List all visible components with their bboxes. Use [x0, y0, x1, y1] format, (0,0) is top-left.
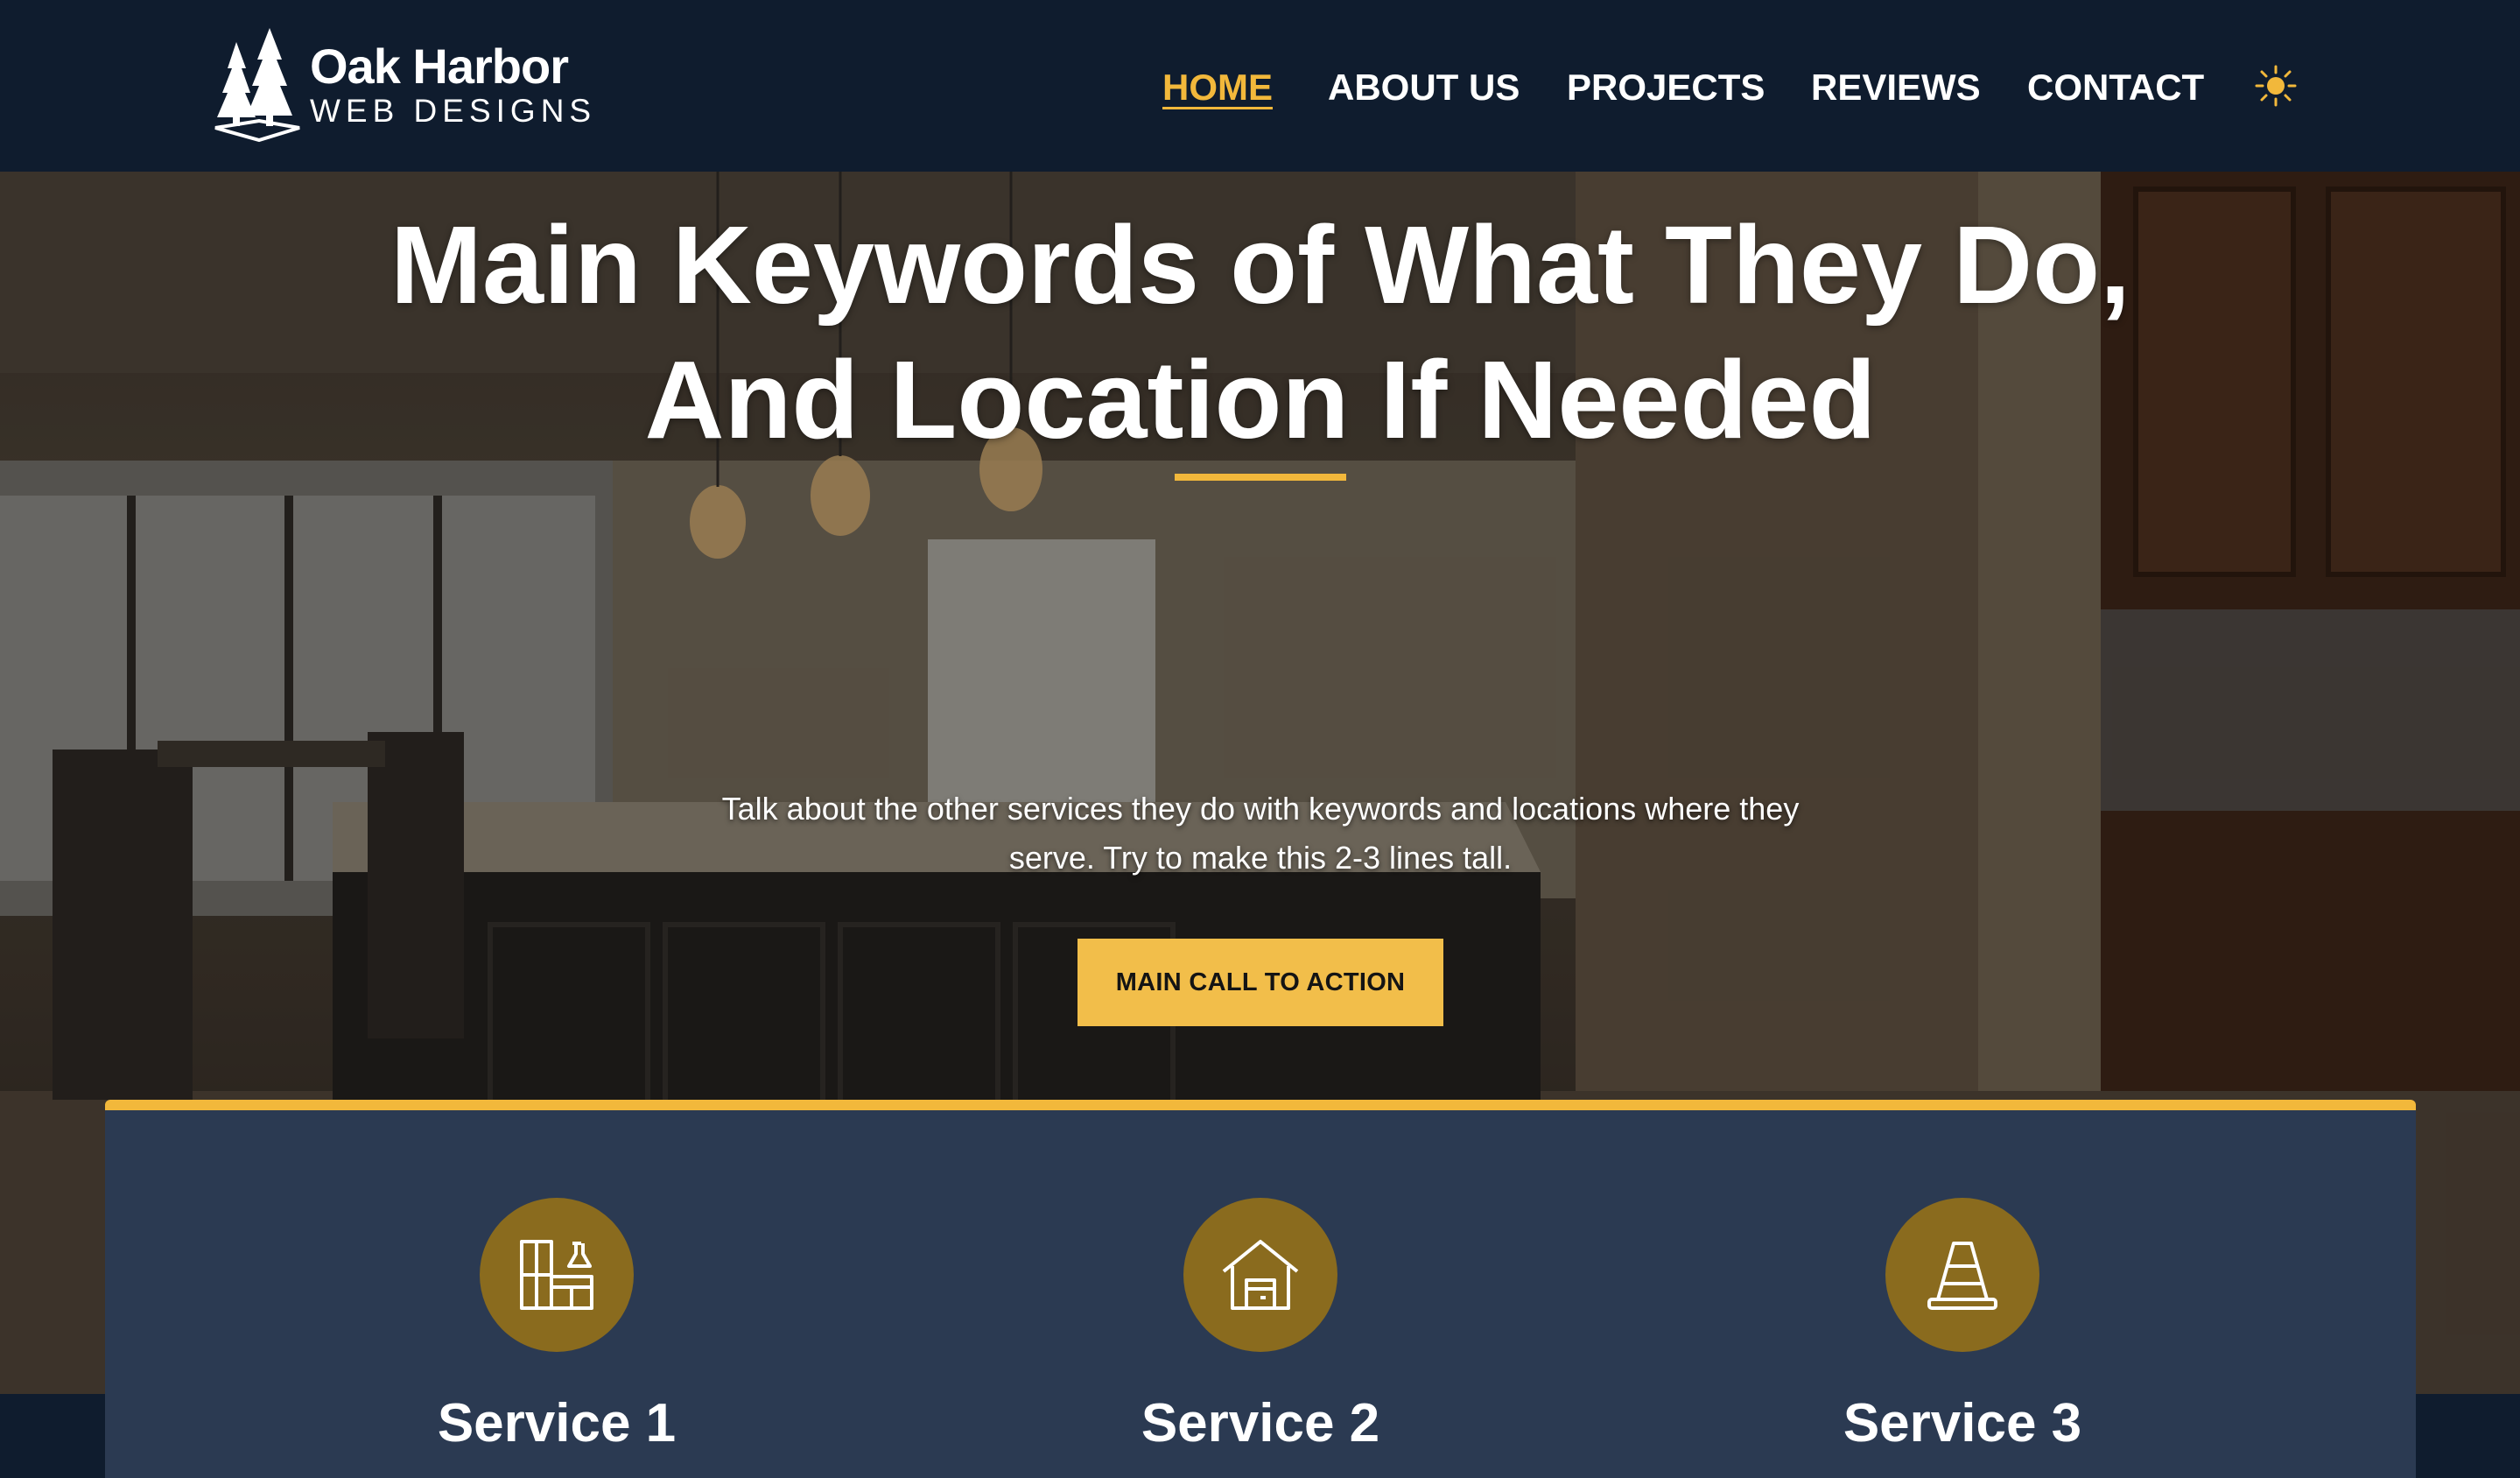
hero-subtitle: Talk about the other services they do wi…	[721, 791, 1800, 876]
service-1-title: Service 1	[437, 1393, 677, 1453]
nav-home[interactable]: HOME	[1162, 61, 1273, 114]
main-cta-button[interactable]: MAIN CALL TO ACTION	[1077, 939, 1443, 1026]
nav-projects[interactable]: PROJECTS	[1567, 61, 1765, 114]
service-1-icon-circle[interactable]	[480, 1198, 634, 1352]
garage-house-icon	[1222, 1240, 1299, 1310]
service-2-title: Service 2	[1141, 1393, 1380, 1453]
nav-about-us[interactable]: ABOUT US	[1328, 61, 1520, 114]
services-panel: Service 1 Service 2 Service 3	[105, 1100, 2416, 1478]
main-nav: HOME ABOUT US PROJECTS REVIEWS CONTACT	[0, 61, 2520, 114]
traffic-cone-icon	[1927, 1242, 1997, 1310]
kitchen-cabinets-icon	[520, 1240, 593, 1310]
nav-reviews[interactable]: REVIEWS	[1811, 61, 1981, 114]
nav-contact[interactable]: CONTACT	[2027, 61, 2204, 114]
hero-divider	[1175, 474, 1346, 481]
hero-title: Main Keywords of What They Do, And Locat…	[390, 203, 2131, 461]
service-2-icon-circle[interactable]	[1183, 1198, 1337, 1352]
site-header: Oak Harbor WEB DESIGNS HOME ABOUT US PRO…	[0, 0, 2520, 172]
sun-icon[interactable]	[2255, 65, 2297, 107]
service-3-title: Service 3	[1843, 1393, 2082, 1453]
service-3-icon-circle[interactable]	[1885, 1198, 2039, 1352]
